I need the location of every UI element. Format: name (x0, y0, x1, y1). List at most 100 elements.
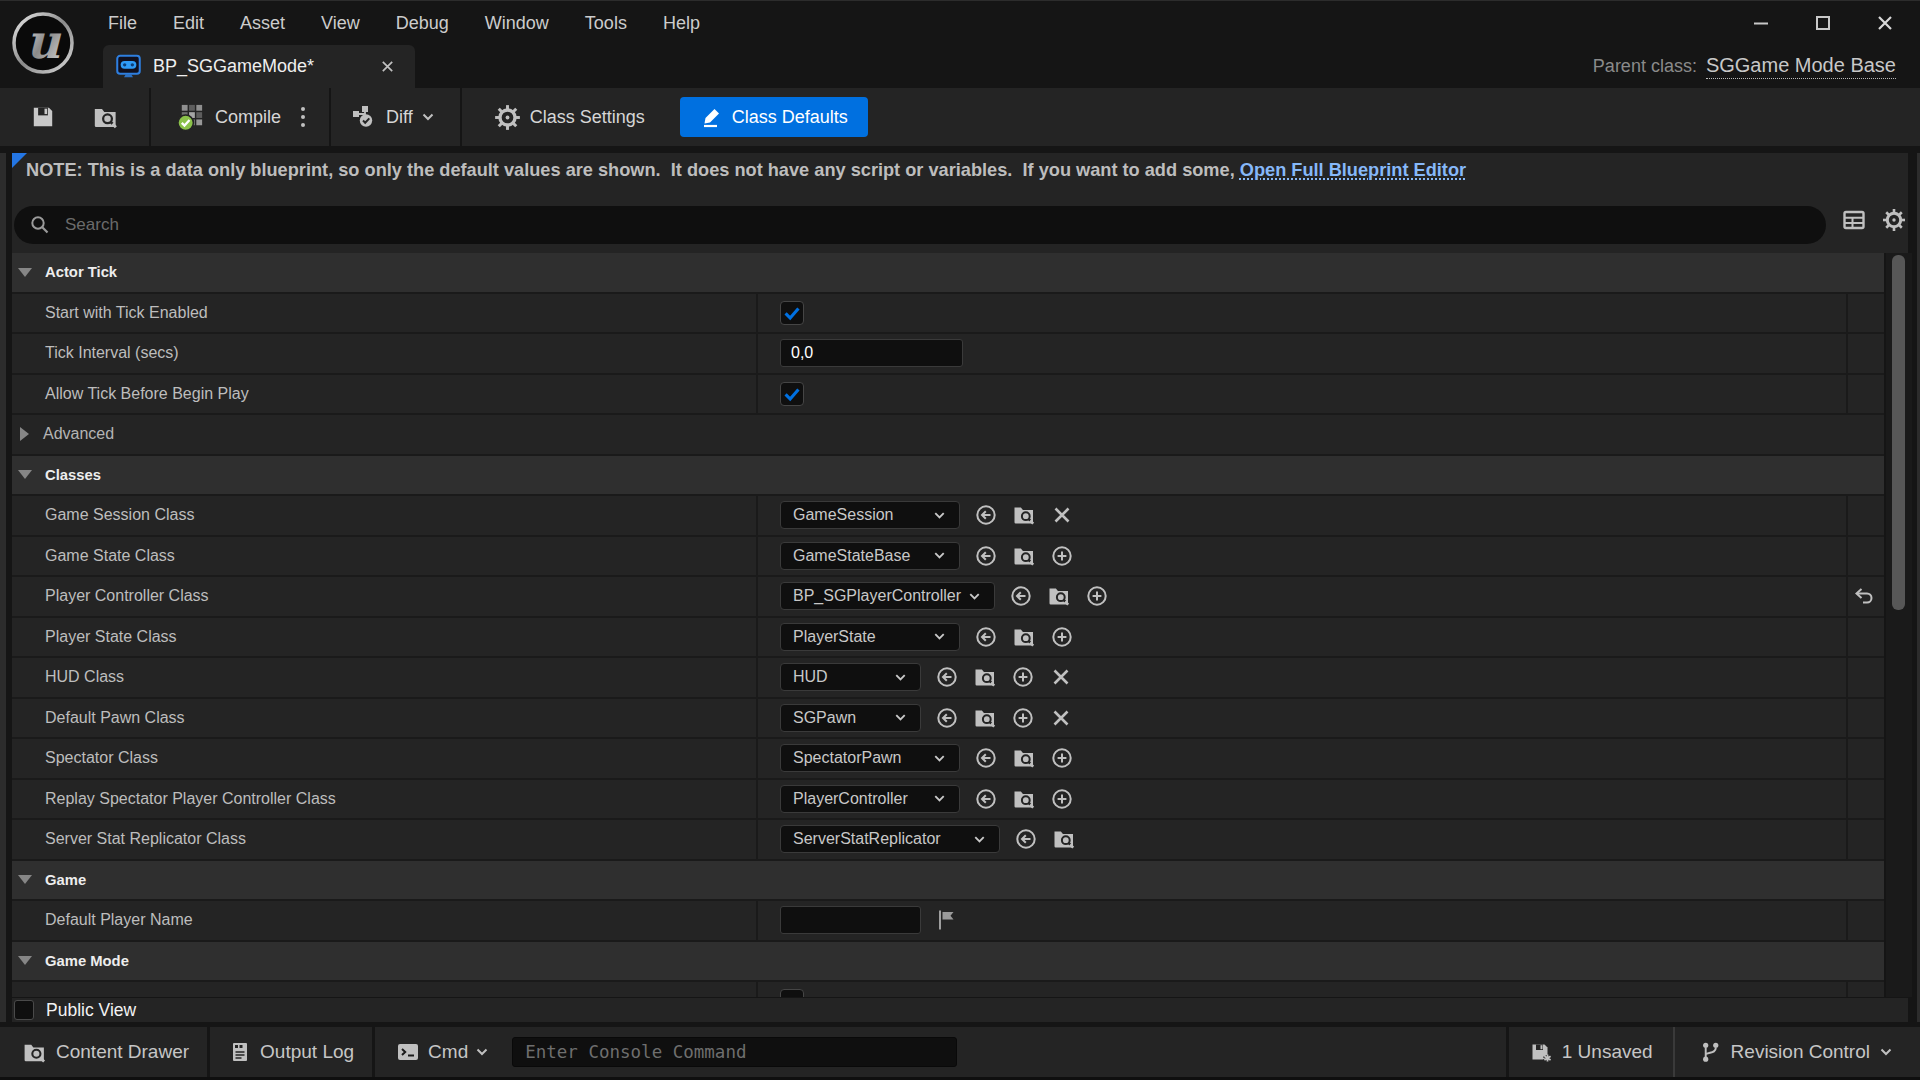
browse-asset-icon[interactable] (1012, 625, 1036, 649)
flag-icon[interactable] (935, 908, 959, 932)
collapse-arrow-icon[interactable] (18, 470, 32, 479)
browse-asset-icon[interactable] (1012, 544, 1036, 568)
content-drawer-label[interactable]: Content Drawer (56, 1041, 189, 1063)
close-button[interactable] (1868, 8, 1902, 38)
property-checkbox[interactable] (780, 989, 804, 997)
menu-asset[interactable]: Asset (222, 13, 303, 34)
unreal-engine-logo-icon[interactable]: u (11, 11, 75, 75)
add-icon[interactable] (1050, 544, 1074, 568)
class-dropdown[interactable]: SpectatorPawn (780, 744, 960, 772)
use-asset-icon[interactable] (935, 665, 959, 689)
compile-label[interactable]: Compile (215, 107, 281, 128)
add-icon[interactable] (1050, 625, 1074, 649)
unsaved-icon[interactable] (1529, 1040, 1553, 1064)
collapse-arrow-icon[interactable] (18, 268, 32, 277)
class-dropdown[interactable]: GameSession (780, 501, 960, 529)
collapse-arrow-icon[interactable] (18, 956, 32, 965)
class-dropdown[interactable]: ServerStatReplicator (780, 825, 1000, 853)
search-input[interactable]: Search (14, 206, 1826, 244)
compile-icon[interactable] (175, 102, 206, 133)
add-icon[interactable] (1011, 706, 1035, 730)
menu-file[interactable]: File (90, 13, 155, 34)
class-dropdown[interactable]: PlayerController (780, 785, 960, 813)
browse-asset-icon[interactable] (973, 665, 997, 689)
class-dropdown[interactable]: HUD (780, 663, 921, 691)
output-log-icon[interactable] (229, 1041, 251, 1063)
diff-icon[interactable] (351, 103, 379, 131)
revision-control-branch-icon[interactable] (1699, 1041, 1722, 1064)
menu-window[interactable]: Window (467, 13, 567, 34)
parent-class-link[interactable]: SGGame Mode Base (1706, 54, 1896, 79)
revision-chevron-down-icon[interactable] (1878, 1044, 1894, 1060)
class-dropdown[interactable]: PlayerState (780, 623, 960, 651)
class-defaults-button[interactable]: Class Defaults (680, 97, 868, 137)
unsaved-label[interactable]: 1 Unsaved (1562, 1041, 1653, 1063)
property-label: Spectator Class (12, 739, 758, 778)
add-icon[interactable] (1050, 787, 1074, 811)
use-asset-icon[interactable] (974, 544, 998, 568)
cmd-chevron-down-icon[interactable] (474, 1044, 490, 1060)
property-checkbox[interactable] (780, 382, 804, 406)
compile-options-dots-icon[interactable] (293, 104, 313, 130)
save-icon[interactable] (30, 104, 56, 130)
public-view-checkbox[interactable] (14, 1000, 34, 1020)
open-full-blueprint-editor-link[interactable]: Open Full Blueprint Editor (1240, 160, 1466, 180)
use-asset-icon[interactable] (1009, 584, 1033, 608)
reset-to-default-icon[interactable] (1852, 584, 1876, 608)
diff-label[interactable]: Diff (386, 107, 413, 128)
browse-asset-icon[interactable] (1012, 787, 1036, 811)
asset-tab[interactable]: BP_SGGameMode* (103, 45, 415, 88)
use-asset-icon[interactable] (935, 706, 959, 730)
clear-icon[interactable] (1049, 665, 1073, 689)
property-row (12, 982, 1884, 997)
settings-gear-icon[interactable] (1882, 208, 1906, 232)
use-asset-icon[interactable] (974, 503, 998, 527)
browse-asset-icon[interactable] (1012, 503, 1036, 527)
use-asset-icon[interactable] (974, 746, 998, 770)
add-icon[interactable] (1050, 746, 1074, 770)
revision-control-label[interactable]: Revision Control (1731, 1041, 1870, 1063)
tab-close-icon[interactable] (380, 59, 395, 74)
class-dropdown[interactable]: BP_SGPlayerController (780, 582, 995, 610)
display-filter-table-icon[interactable] (1842, 208, 1866, 232)
diff-chevron-down-icon[interactable] (420, 109, 436, 125)
maximize-button[interactable] (1806, 8, 1840, 38)
console-command-input[interactable]: Enter Console Command (512, 1037, 957, 1067)
clear-icon[interactable] (1050, 503, 1074, 527)
content-drawer-icon[interactable] (22, 1040, 47, 1065)
scrollbar-track[interactable] (1886, 253, 1912, 997)
minimize-button[interactable] (1744, 8, 1778, 38)
cmd-label[interactable]: Cmd (428, 1041, 468, 1063)
browse-asset-icon[interactable] (1012, 746, 1036, 770)
property-label: HUD Class (12, 658, 758, 697)
toolbar-separator (460, 88, 462, 146)
use-asset-icon[interactable] (1014, 827, 1038, 851)
class-settings-gear-icon[interactable] (494, 104, 521, 131)
use-asset-icon[interactable] (974, 625, 998, 649)
cmd-terminal-icon[interactable] (396, 1040, 420, 1064)
menu-help[interactable]: Help (645, 13, 718, 34)
browse-asset-icon[interactable] (973, 706, 997, 730)
class-dropdown[interactable]: SGPawn (780, 704, 921, 732)
menu-view[interactable]: View (303, 13, 378, 34)
scrollbar-thumb[interactable] (1892, 255, 1905, 610)
menu-edit[interactable]: Edit (155, 13, 222, 34)
expand-arrow-icon[interactable] (20, 427, 29, 441)
use-asset-icon[interactable] (974, 787, 998, 811)
property-checkbox[interactable] (780, 301, 804, 325)
class-settings-label[interactable]: Class Settings (530, 107, 645, 128)
class-dropdown[interactable]: GameStateBase (780, 542, 960, 570)
menu-debug[interactable]: Debug (378, 13, 467, 34)
add-icon[interactable] (1085, 584, 1109, 608)
browse-asset-icon[interactable] (1047, 584, 1071, 608)
svg-text:u: u (26, 14, 62, 69)
clear-icon[interactable] (1049, 706, 1073, 730)
menu-tools[interactable]: Tools (567, 13, 645, 34)
add-icon[interactable] (1011, 665, 1035, 689)
browse-to-asset-icon[interactable] (92, 104, 119, 131)
browse-asset-icon[interactable] (1052, 827, 1076, 851)
collapse-arrow-icon[interactable] (18, 875, 32, 884)
property-text-input[interactable]: 0,0 (780, 339, 963, 367)
property-text-input[interactable] (780, 906, 921, 934)
output-log-label[interactable]: Output Log (260, 1041, 354, 1063)
